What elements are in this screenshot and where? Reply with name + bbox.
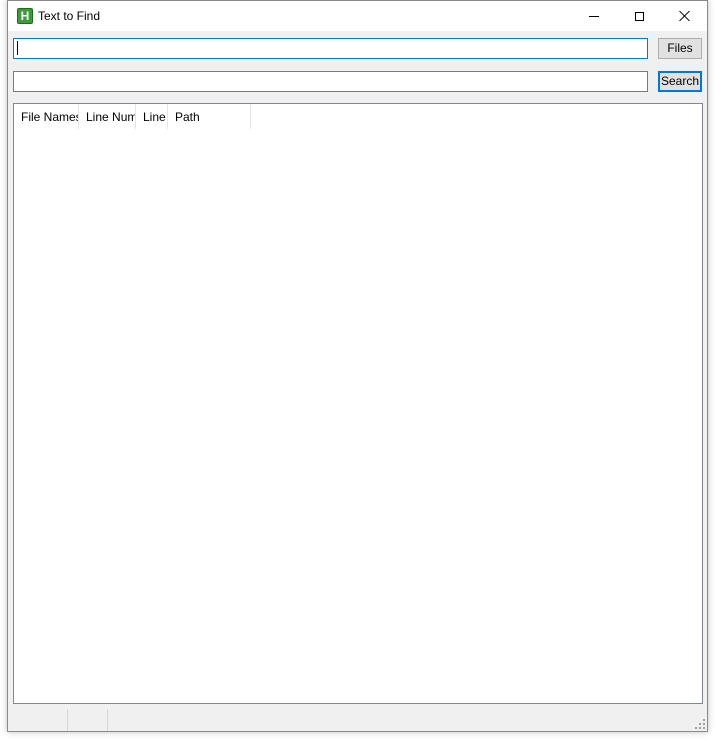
main-window: H Text to Find Files Search File Names L…	[7, 0, 708, 732]
status-bar	[8, 709, 707, 731]
close-button[interactable]	[662, 1, 708, 31]
status-panel-2	[68, 709, 108, 731]
app-h-icon: H	[17, 8, 33, 24]
column-header-line[interactable]: Line	[136, 104, 168, 129]
column-header-file-names[interactable]: File Names	[14, 104, 79, 129]
search-button[interactable]: Search	[658, 71, 702, 92]
window-title: Text to Find	[38, 9, 101, 23]
app-icon-letter: H	[20, 9, 30, 23]
title-bar[interactable]: H Text to Find	[8, 1, 707, 31]
column-header-path[interactable]: Path	[168, 104, 251, 129]
text-caret	[17, 41, 18, 55]
resize-grip-icon[interactable]	[695, 719, 705, 729]
status-panel-1	[8, 709, 68, 731]
files-button[interactable]: Files	[658, 38, 702, 59]
maximize-icon	[634, 11, 644, 21]
results-list-header: File Names Line Num Line Path	[14, 104, 251, 129]
close-icon	[679, 10, 691, 22]
column-header-line-num[interactable]: Line Num	[79, 104, 136, 129]
results-list[interactable]: File Names Line Num Line Path	[13, 103, 703, 704]
minimize-icon	[589, 15, 599, 17]
maximize-button[interactable]	[616, 1, 662, 31]
minimize-button[interactable]	[571, 1, 617, 31]
text-to-find-input[interactable]	[13, 38, 648, 59]
files-path-input[interactable]	[13, 71, 648, 92]
